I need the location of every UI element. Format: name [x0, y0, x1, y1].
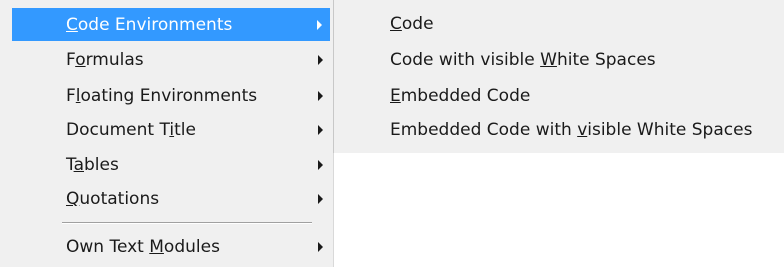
- submenu-item-label: Embedded Code with visible White Spaces: [390, 120, 753, 140]
- menu-item-document-title[interactable]: Document Title: [0, 114, 333, 146]
- submenu-item-code-visible-white-spaces[interactable]: Code with visible White Spaces: [334, 44, 784, 76]
- menu-item-label: Document Title: [66, 120, 196, 140]
- code-environments-submenu: Code Code with visible White Spaces Embe…: [333, 0, 784, 153]
- submenu-arrow-icon: [318, 194, 323, 204]
- menu-item-label: Own Text Modules: [66, 237, 220, 257]
- menu-item-label: Code Environments: [66, 14, 233, 35]
- menu-item-tables[interactable]: Tables: [0, 149, 333, 181]
- submenu-item-embedded-code[interactable]: Embedded Code: [334, 80, 784, 112]
- menu-item-floating-environments[interactable]: Floating Environments: [0, 80, 333, 112]
- submenu-item-embedded-code-visible-white-spaces[interactable]: Embedded Code with visible White Spaces: [334, 114, 784, 146]
- menu-item-own-text-modules[interactable]: Own Text Modules: [0, 231, 333, 263]
- submenu-item-code[interactable]: Code: [334, 8, 784, 40]
- submenu-arrow-icon: [318, 55, 323, 65]
- menu-item-quotations[interactable]: Quotations: [0, 183, 333, 215]
- menu-item-label: Floating Environments: [66, 86, 258, 106]
- menu-item-label: Tables: [66, 155, 119, 175]
- menu-item-code-environments[interactable]: Code Environments: [12, 8, 330, 41]
- context-menu: Code Environments Formulas Floating Envi…: [0, 0, 334, 267]
- submenu-arrow-icon: [318, 125, 323, 135]
- menu-item-label: Quotations: [66, 189, 160, 209]
- submenu-arrow-icon: [318, 91, 323, 101]
- submenu-item-label: Code: [390, 14, 434, 34]
- submenu-item-label: Embedded Code: [390, 86, 531, 106]
- menu-item-formulas[interactable]: Formulas: [0, 44, 333, 76]
- submenu-arrow-icon: [317, 19, 322, 30]
- submenu-arrow-icon: [318, 242, 323, 252]
- menu-separator: [62, 222, 312, 224]
- submenu-item-label: Code with visible White Spaces: [390, 50, 656, 70]
- submenu-arrow-icon: [318, 160, 323, 170]
- menu-item-label: Formulas: [66, 50, 144, 70]
